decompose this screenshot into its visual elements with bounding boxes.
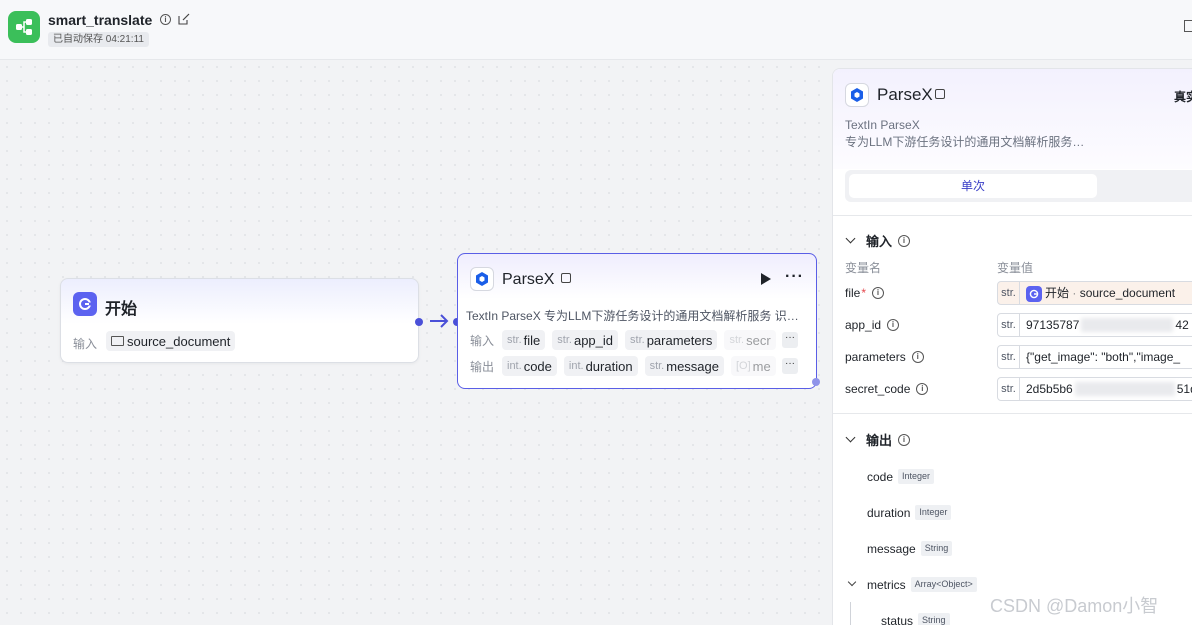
info-icon[interactable]: i [898, 234, 911, 247]
parsex-node[interactable]: ParseX ··· TextIn ParseX 专为LLM下游任务设计的通用文… [457, 253, 817, 389]
var-name-file: file * i [845, 286, 885, 300]
info-icon[interactable]: i [887, 319, 900, 331]
parsex-outputs-row: 输出 int. code int. duration str. message [O]… [470, 356, 802, 376]
start-node[interactable]: 开始 输入 source_document [60, 278, 419, 363]
start-node-title: 开始 [105, 301, 138, 318]
watermark: CSDN @Damon小智 [990, 596, 1159, 616]
output-section-title: 输出 [866, 433, 893, 448]
chevron-down-icon [845, 432, 856, 443]
output-item-code: code Integer [867, 469, 935, 484]
parsex-node-title: ParseX [502, 271, 555, 288]
parsex-output-port[interactable] [812, 378, 820, 386]
input-chip-file: str. file [502, 330, 546, 350]
output-section-header[interactable]: 输出 i [845, 430, 911, 449]
panel-subtitle: TextIn ParseX [845, 118, 920, 132]
output-item-message: message String [867, 541, 953, 556]
parsex-node-description: TextIn ParseX 专为LLM下游任务设计的通用文档解析服务 识… [466, 309, 799, 323]
type-label: str. [998, 378, 1020, 400]
start-node-mini-icon [1026, 285, 1042, 302]
info-icon[interactable]: i [160, 14, 171, 25]
input-chip-parameters: str. parameters [625, 330, 718, 350]
start-input-variable: source_document [127, 333, 231, 349]
start-input-label: 输入 [73, 337, 98, 351]
input-section-title: 输入 [866, 234, 893, 249]
parsex-input-label: 输入 [470, 333, 495, 348]
ref-node-name: 开始 [1045, 286, 1070, 301]
tree-guide-line [850, 602, 851, 625]
app-title: smart_translate [48, 12, 153, 28]
panel-description: 专为LLM下游任务设计的通用文档解析服务… [845, 135, 1085, 149]
input-section-header[interactable]: 输入 i [845, 231, 911, 250]
info-icon[interactable]: i [916, 383, 929, 395]
run-mode-tabs: 单次 [845, 170, 1192, 202]
info-icon[interactable]: i [898, 433, 911, 446]
autosave-status: 已自动保存 04:21:11 [48, 32, 149, 47]
output-chip-metrics: [O] me [730, 356, 776, 376]
input-chip-secret: str. secr [724, 330, 776, 350]
more-icon[interactable]: ··· [785, 268, 804, 286]
info-icon[interactable]: i [872, 287, 885, 299]
publish-icon[interactable] [1184, 20, 1192, 32]
parsex-inputs-row: 输入 str. file str. app_id str. parameters st… [470, 330, 802, 350]
panel-title: ParseX [877, 85, 933, 104]
tab-single-run[interactable]: 单次 [849, 174, 1097, 198]
redacted-block [1081, 318, 1174, 333]
panel-mode-label[interactable]: 真实 [1174, 88, 1192, 105]
start-output-port[interactable] [415, 318, 423, 326]
secret-code-value-field[interactable]: str. 2d5b5b651db [997, 377, 1192, 401]
divider [833, 413, 1192, 414]
chevron-down-icon[interactable] [847, 577, 857, 587]
top-bar: smart_translate i 已自动保存 04:21:11 [0, 0, 1192, 60]
outputs-more-button[interactable]: ··· [782, 358, 798, 374]
chevron-down-icon [845, 233, 856, 244]
redacted-block [1074, 382, 1175, 397]
var-name-secret-code: secret_code i [845, 382, 929, 396]
type-label: str. [998, 346, 1020, 368]
app-id-value-field[interactable]: str. 97135787 42 [997, 313, 1192, 337]
var-name-parameters: parameters i [845, 350, 924, 364]
output-chip-message: str. message [644, 356, 724, 376]
parameters-value-field[interactable]: str. {"get_image": "both","image_ [997, 345, 1192, 369]
edge-arrow-icon [430, 314, 449, 328]
output-chip-code: int. code [502, 356, 557, 376]
parsex-node-icon [470, 267, 494, 291]
plugin-badge-icon [561, 273, 571, 283]
ref-variable-name: source_document [1079, 286, 1176, 301]
info-icon[interactable]: i [911, 351, 924, 363]
output-item-status: status String [881, 613, 950, 625]
file-value-field[interactable]: str. 开始 · source_document [997, 281, 1192, 305]
node-config-panel: ParseX 真实 TextIn ParseX 专为LLM下游任务设计的通用文档… [832, 68, 1192, 625]
parsex-output-label: 输出 [470, 359, 495, 374]
type-label: str. [998, 282, 1020, 304]
workflow-icon[interactable] [8, 11, 40, 43]
variable-name-header: 变量名 [845, 261, 882, 275]
start-node-icon [73, 292, 97, 316]
parsex-panel-icon [845, 83, 869, 107]
var-name-app-id: app_id i [845, 318, 900, 332]
start-input-chip: source_document [106, 331, 236, 351]
folder-icon [111, 336, 124, 346]
variable-value-header: 变量值 [997, 261, 1034, 275]
edit-icon[interactable] [178, 13, 190, 25]
input-chip-app-id: str. app_id [552, 330, 619, 350]
output-item-duration: duration Integer [867, 505, 952, 520]
output-chip-duration: int. duration [563, 356, 638, 376]
divider [833, 215, 1192, 216]
output-item-metrics: metrics Array<Object> [867, 577, 977, 592]
plugin-badge-icon [935, 89, 945, 99]
run-icon[interactable] [761, 273, 771, 285]
inputs-more-button[interactable]: ··· [782, 332, 798, 348]
type-label: str. [998, 314, 1020, 336]
